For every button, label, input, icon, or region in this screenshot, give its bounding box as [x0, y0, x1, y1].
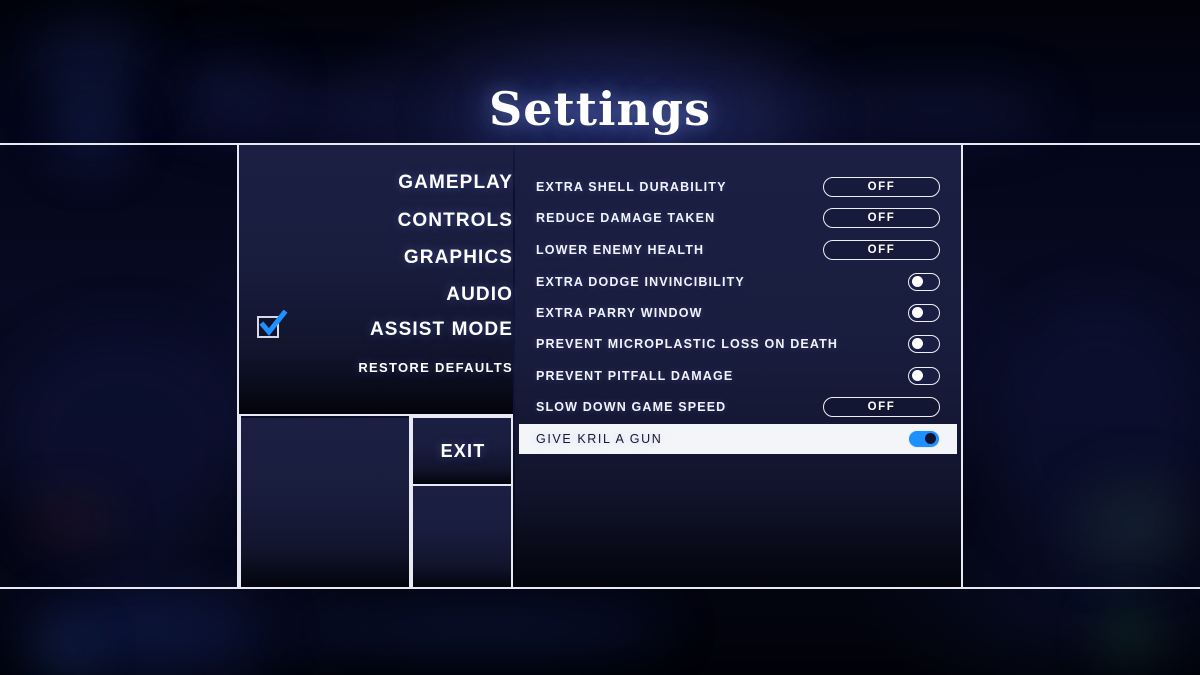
sidebar-item-label: RESTORE DEFAULTS	[358, 360, 513, 375]
setting-value-pill[interactable]: OFF	[823, 240, 940, 260]
page-title: Settings	[489, 82, 711, 136]
sidebar-item-controls[interactable]: CONTROLS	[239, 210, 513, 232]
setting-label: EXTRA PARRY WINDOW	[536, 306, 703, 320]
setting-label: EXTRA SHELL DURABILITY	[536, 180, 727, 194]
setting-label: SLOW DOWN GAME SPEED	[536, 400, 727, 414]
setting-label: REDUCE DAMAGE TAKEN	[536, 211, 716, 225]
setting-value-pill[interactable]: OFF	[823, 397, 940, 417]
setting-row-extra-parry-window[interactable]: EXTRA PARRY WINDOW	[515, 299, 961, 327]
setting-label: GIVE KRIL A GUN	[536, 432, 663, 446]
sidebar-item-graphics[interactable]: GRAPHICS	[239, 247, 513, 269]
setting-row-prevent-pitfall-damage[interactable]: PREVENT PITFALL DAMAGE	[515, 362, 961, 390]
sidebar-item-audio[interactable]: AUDIO	[239, 284, 513, 306]
setting-value: OFF	[867, 181, 896, 193]
setting-row-extra-dodge-invincibility[interactable]: EXTRA DODGE INVINCIBILITY	[515, 268, 961, 296]
exit-bottom-border	[411, 484, 513, 486]
setting-toggle[interactable]	[908, 430, 940, 448]
empty-panel	[413, 486, 513, 588]
sidebar-item-label: ASSIST MODE	[369, 319, 513, 340]
lower-left-panel	[239, 418, 411, 588]
setting-label: PREVENT MICROPLASTIC LOSS ON DEATH	[536, 337, 839, 351]
setting-toggle[interactable]	[908, 273, 940, 291]
setting-label: LOWER ENEMY HEALTH	[536, 243, 705, 257]
sidebar-item-restore-defaults[interactable]: RESTORE DEFAULTS	[239, 360, 513, 375]
setting-row-slow-down-game-speed[interactable]: SLOW DOWN GAME SPEED OFF	[515, 393, 961, 421]
setting-value-pill[interactable]: OFF	[823, 208, 940, 228]
exit-button-label[interactable]: EXIT	[413, 418, 513, 484]
setting-toggle[interactable]	[908, 335, 940, 353]
setting-row-prevent-microplastic-loss-on-death[interactable]: PREVENT MICROPLASTIC LOSS ON DEATH	[515, 330, 961, 358]
sidebar-item-label: GAMEPLAY	[398, 172, 513, 193]
setting-label: EXTRA DODGE INVINCIBILITY	[536, 275, 745, 289]
sidebar-item-label: GRAPHICS	[403, 247, 513, 268]
frame-top-line	[0, 143, 1200, 145]
setting-label: PREVENT PITFALL DAMAGE	[536, 369, 734, 383]
setting-value-pill[interactable]: OFF	[823, 177, 940, 197]
setting-toggle[interactable]	[908, 367, 940, 385]
sidebar-item-label: CONTROLS	[397, 210, 513, 231]
setting-toggle[interactable]	[908, 304, 940, 322]
setting-row-extra-shell-durability[interactable]: EXTRA SHELL DURABILITY OFF	[515, 173, 961, 201]
sidebar-item-gameplay[interactable]: GAMEPLAY	[239, 172, 513, 194]
setting-value: OFF	[867, 401, 896, 413]
frame-right-divider	[961, 145, 963, 588]
setting-row-lower-enemy-health[interactable]: LOWER ENEMY HEALTH OFF	[515, 236, 961, 264]
sidebar-item-label: AUDIO	[446, 284, 513, 305]
checkbox-checked-icon[interactable]	[257, 310, 288, 340]
settings-screen: Settings GAMEPLAY CONTROLS GRAPHICS AUDI…	[0, 0, 1200, 675]
setting-value: OFF	[867, 212, 896, 224]
setting-row-give-kril-a-gun[interactable]: GIVE KRIL A GUN	[519, 424, 957, 454]
setting-value: OFF	[867, 244, 896, 256]
lower-left-left-border	[239, 416, 241, 588]
frame-bottom-line	[0, 587, 1200, 589]
setting-row-reduce-damage-taken[interactable]: REDUCE DAMAGE TAKEN OFF	[515, 204, 961, 232]
